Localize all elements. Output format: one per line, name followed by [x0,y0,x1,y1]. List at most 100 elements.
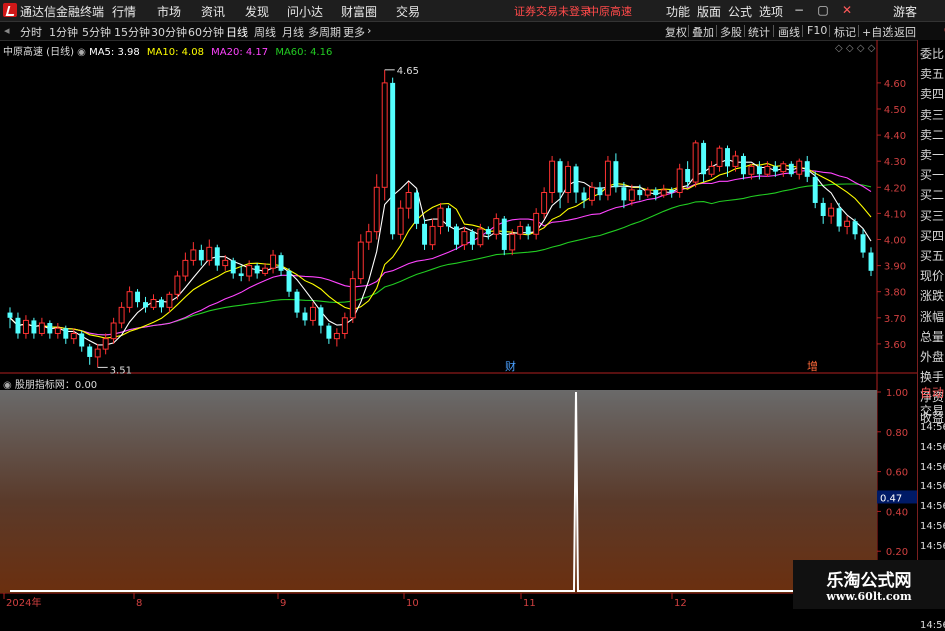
candle-body-down [230,260,236,274]
menu-gongneng[interactable]: 功能 [666,3,690,20]
price-tick-label: 3.60 [884,340,906,351]
menu-hangqing[interactable]: 行情 [112,3,136,20]
candle-body-up [604,160,611,196]
candle-body-down [788,163,794,175]
date-tick-label: 10 [406,598,419,609]
menu-jiaoyi[interactable]: 交易 [396,3,420,20]
menu-faxian[interactable]: 发现 [245,3,269,20]
candle-body-up [796,160,803,175]
menu-xuanxiang[interactable]: 选项 [759,3,783,20]
price-tick-label: 4.60 [884,79,906,90]
candle-body-up [150,299,157,308]
close-icon[interactable]: ✕ [839,2,855,18]
user-guest[interactable]: 游客 [893,3,917,20]
candle-body-down [740,155,746,175]
period-1min[interactable]: 1分钟 [49,24,78,40]
candle-body-up [660,189,667,196]
trade-time: 14:56 [920,540,945,552]
toolbar-divider [829,25,830,37]
period-30min[interactable]: 30分钟 [151,24,187,40]
candle-body-down [669,189,675,193]
candle-body-up [732,155,739,167]
btn-add-watchlist[interactable]: +自选 [862,24,893,40]
period-multi[interactable]: 多周期 [308,24,341,40]
candle-body-down [621,187,627,201]
candle-body-up [365,231,372,243]
candle-body-down [15,317,21,334]
btn-tongji[interactable]: 统计 [748,24,770,40]
candle-body-down [469,231,475,245]
legend-ma10: MA10: 4.08 [146,47,204,58]
indicator-value-label: 0.47 [880,493,902,504]
period-fenshi[interactable]: 分时 [20,24,42,40]
candle-body-up [780,163,787,173]
minimize-icon[interactable]: − [791,2,807,18]
btn-duogu[interactable]: 多股 [720,24,742,40]
candle-body-down [326,325,332,339]
ma20-line [9,170,872,336]
legend-toggle-icon[interactable]: ◉ [77,47,89,58]
candle-body-down [7,312,13,318]
scroll-left-icon[interactable]: ◂ [4,24,10,37]
period-more[interactable]: 更多 [343,24,365,40]
candle-body-up [644,189,651,196]
period-60min[interactable]: 60分钟 [188,24,224,40]
high-marker-label: 4.65 [397,66,419,77]
menu-banmian[interactable]: 版面 [697,3,721,20]
candle-body-down [87,346,93,357]
btn-diejia[interactable]: 叠加 [692,24,714,40]
indicator-tick-label: 1.00 [886,388,908,399]
quote-field-label: 买三 [920,208,945,223]
menu-shichang[interactable]: 市场 [157,3,181,20]
price-tick-label: 4.10 [884,209,906,220]
period-daily[interactable]: 日线 [226,24,248,40]
candle-body-down [286,270,292,292]
candle-body-down [725,148,730,167]
chart-settings-icons[interactable]: ◇ ◇ ◇ ◇ [835,43,875,54]
menu-zixun[interactable]: 资讯 [201,3,225,20]
btn-biaoji[interactable]: 标记 [834,24,856,40]
auto-trade-label[interactable]: 自动 [920,385,945,401]
price-tick-label: 4.00 [884,235,906,246]
period-weekly[interactable]: 周线 [254,24,276,40]
candle-body-up [190,249,197,261]
candle-body-down [860,234,866,253]
toolbar-divider [716,25,717,37]
more-chevron-icon[interactable]: › [367,24,371,37]
candle-body-down [501,218,507,250]
candle-body-up [373,186,380,233]
indicator-tick-label: 0.80 [886,428,908,439]
indicator-tick-label: 0.40 [886,507,908,518]
indicator-toggle-icon[interactable]: ◉ [3,380,15,391]
period-5min[interactable]: 5分钟 [82,24,111,40]
menu-gongshi[interactable]: 公式 [728,3,752,20]
candle-body-down [685,169,691,183]
quote-field-label: 现价 [920,269,945,284]
date-tick-label: 12 [674,598,687,609]
menu-wenxiaoda[interactable]: 问小达 [287,3,323,20]
candle-body-down [143,302,148,308]
candle-body-up [477,228,484,246]
kline-chart[interactable]: 4.60 4.50 4.40 4.30 4.20 4.10 4.00 3.90 3.80 3.70… [0,40,917,609]
price-tick-label: 3.80 [884,288,906,299]
btn-fanhui[interactable]: 返回 [894,24,916,40]
quote-side-panel: 0. 委比卖五卖四卖三卖二卖一买一买二买三买四买五现价涨跌涨幅总量外盘换手净资收… [917,26,945,631]
auto-trade-label[interactable]: 交易 [920,403,945,419]
event-marker-cai: 财 [505,359,516,373]
period-15min[interactable]: 15分钟 [114,24,150,40]
quote-field-label: 涨跌 [920,289,945,304]
btn-f10[interactable]: F10 [807,24,827,37]
candle-body-up [549,160,556,194]
restore-icon[interactable]: ▢ [815,2,831,18]
period-monthly[interactable]: 月线 [282,24,304,40]
price-tick-label: 4.30 [884,157,906,168]
quote-field-label: 换手 [920,370,945,385]
candle-body-down [414,192,420,224]
chart-legend: 中原高速 (日线) ◉ MA5: 3.98 MA10: 4.08 MA20: 4… [3,43,332,58]
menu-caifuquan[interactable]: 财富圈 [341,3,377,20]
quote-field-label: 涨幅 [920,309,945,324]
btn-huaxian[interactable]: 画线 [778,24,800,40]
candle-body-up [541,192,548,214]
btn-fuquan[interactable]: 复权 [665,24,687,40]
trade-login-warning[interactable]: 证券交易未登录 [514,3,591,19]
